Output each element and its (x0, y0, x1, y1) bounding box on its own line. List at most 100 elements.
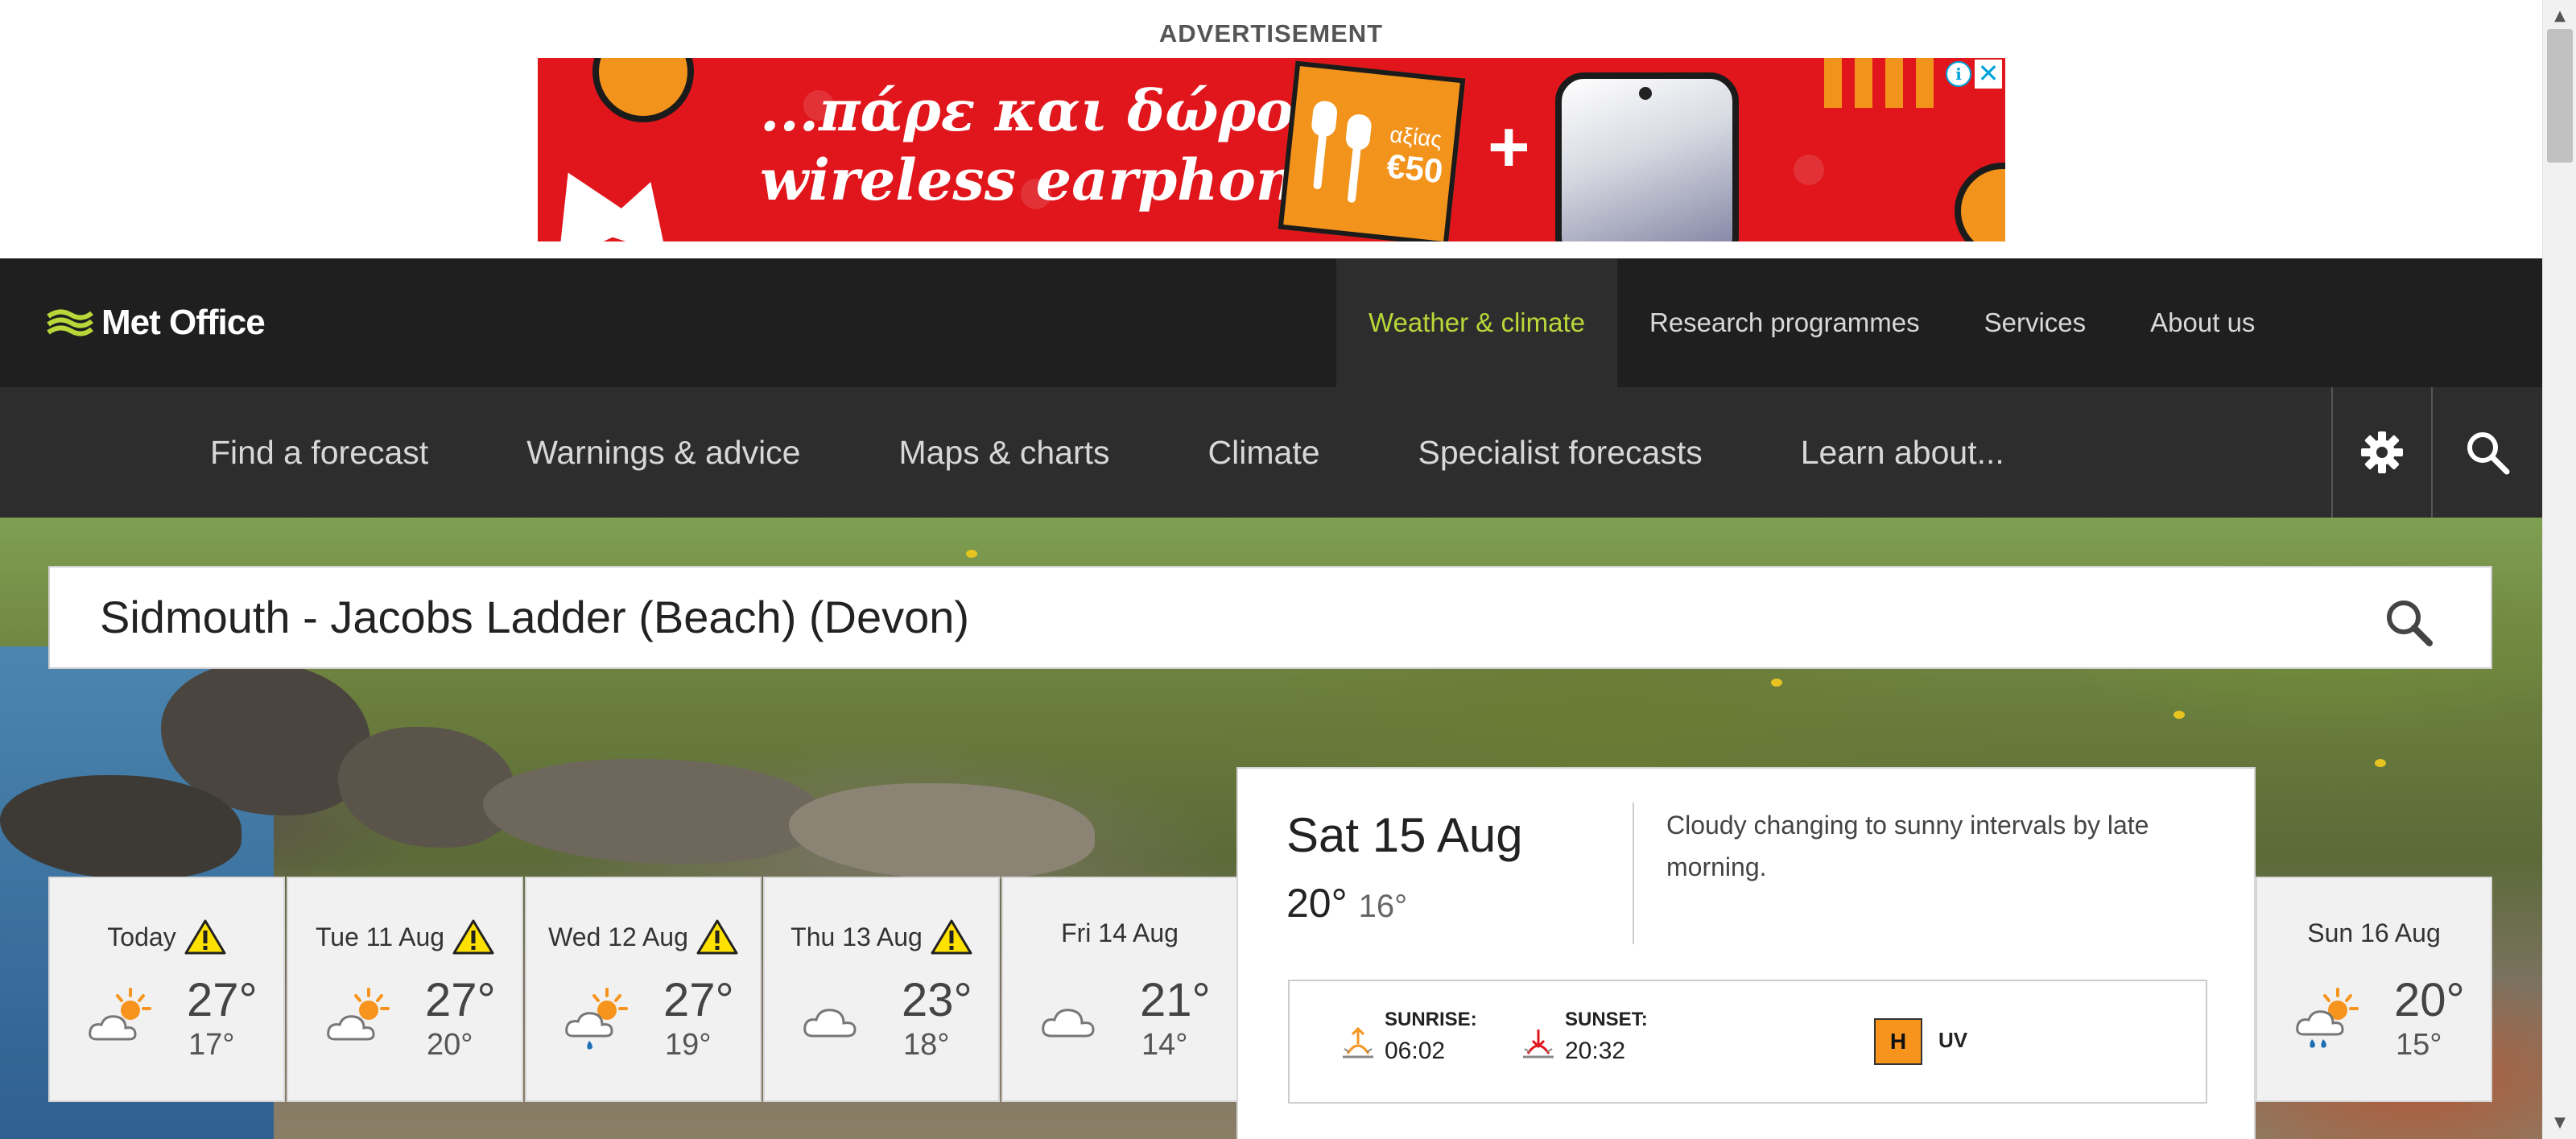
earphones-icon (1311, 101, 1372, 203)
max-temperature: 27° (187, 974, 258, 1026)
selected-day-detail[interactable]: Sat 15 Aug 20° 16° Cloudy changing to sun… (1236, 767, 2256, 1139)
sun-uv-panel: SUNRISE: 06:02 SUNSET: 20:32 H UV (1288, 980, 2207, 1104)
sunrise-icon (1343, 1026, 1373, 1059)
search-icon[interactable] (2383, 596, 2434, 648)
sunset-label: SUNSET: (1565, 1009, 1648, 1030)
sunrise-info: SUNRISE: 06:02 (1341, 1009, 1477, 1065)
page-scrollbar[interactable]: ▲ ▼ (2542, 0, 2576, 1139)
ad-info-icon[interactable]: i (1946, 61, 1971, 87)
day-name: Fri 14 Aug (1061, 918, 1179, 947)
sub-nav: Find a forecast Warnings & advice Maps &… (161, 387, 2054, 518)
ad-plus-sign: + (1488, 107, 1530, 188)
settings-button[interactable] (2331, 387, 2431, 518)
search-icon (2467, 432, 2510, 475)
gorse-flower (966, 550, 977, 558)
sub-nav-warnings-advice[interactable]: Warnings & advice (477, 387, 849, 518)
gorse-flower (2375, 759, 2386, 767)
min-temperature: 15° (2396, 1028, 2442, 1062)
rock (483, 759, 821, 864)
forecast-day-card[interactable]: Thu 13 Aug 23° 18° (763, 877, 1000, 1102)
gorse-flower (1771, 679, 1782, 687)
sunrise-time: 06:02 (1385, 1038, 1446, 1064)
top-nav: Weather & climate Research programmes Se… (1336, 258, 2287, 387)
day-heading: Thu 13 Aug (765, 918, 998, 955)
camera-dot (1639, 87, 1652, 100)
sunny-intervals-icon (327, 988, 390, 1041)
day-heading: Today (50, 918, 283, 955)
top-nav-services[interactable]: Services (1952, 258, 2119, 387)
ad-offer-text: αξίας €50 (1385, 122, 1447, 190)
met-office-logo[interactable]: Met Office (47, 303, 266, 343)
day-name: Sun 16 Aug (2307, 918, 2441, 947)
ad-offer-card: αξίας €50 (1278, 60, 1466, 241)
max-temperature: 27° (425, 974, 496, 1026)
forecast-day-card[interactable]: Wed 12 Aug 27° 19° (525, 877, 762, 1102)
max-temperature: 20° (2394, 974, 2465, 1026)
forecast-day-card[interactable]: Sun 16 Aug 20° 15° (2256, 877, 2492, 1102)
location-search-box (48, 566, 2492, 669)
day-heading: Sun 16 Aug (2257, 918, 2491, 948)
rock (338, 727, 515, 848)
sunrise-text: SUNRISE: 06:02 (1385, 1009, 1477, 1065)
scroll-down-arrow-icon[interactable]: ▼ (2543, 1113, 2576, 1133)
gorse-flower (2174, 711, 2185, 719)
min-temperature: 14° (1141, 1028, 1188, 1062)
forecast-day-card[interactable]: Today 27° 17° (48, 877, 285, 1102)
met-office-waves-icon (47, 309, 93, 336)
top-nav-weather-climate[interactable]: Weather & climate (1336, 258, 1617, 387)
uv-label: UV (1938, 1028, 1968, 1052)
sunset-time: 20:32 (1565, 1038, 1626, 1064)
advertisement-banner[interactable]: ...πάρε και δώρο wireless earphones! αξί… (538, 58, 2005, 241)
ad-close-icon[interactable]: ✕ (1975, 60, 2002, 89)
warning-icon[interactable] (184, 918, 226, 955)
top-nav-research-programmes[interactable]: Research programmes (1617, 258, 1952, 387)
weather-description: Cloudy changing to sunny intervals by la… (1666, 811, 2149, 881)
gear-icon (2361, 431, 2403, 473)
warning-icon[interactable] (931, 918, 972, 955)
day-name: Today (107, 922, 176, 951)
scroll-up-arrow-icon[interactable]: ▲ (2543, 6, 2576, 26)
sub-nav-learn-about[interactable]: Learn about... (1752, 387, 2054, 518)
sunset-icon (1523, 1030, 1554, 1059)
decorative-circle (1955, 163, 2005, 241)
forecast-day-card[interactable]: Fri 14 Aug 21° 14° (1001, 877, 1238, 1102)
cloudy-icon (1042, 1009, 1095, 1038)
sunset-text: SUNSET: 20:32 (1565, 1009, 1648, 1065)
sunrise-label: SUNRISE: (1385, 1009, 1477, 1030)
location-search-input[interactable] (100, 567, 2354, 667)
min-temperature: 17° (188, 1028, 235, 1062)
selected-day-date: Sat 15 Aug (1286, 808, 1523, 862)
sub-nav-find-a-forecast[interactable]: Find a forecast (161, 387, 477, 518)
sub-nav-specialist-forecasts[interactable]: Specialist forecasts (1369, 387, 1752, 518)
min-temperature: 20° (427, 1028, 473, 1062)
day-heading: Fri 14 Aug (1003, 918, 1236, 948)
heavy-shower-icon (2296, 988, 2359, 1048)
day-heading: Wed 12 Aug (526, 918, 760, 955)
forecast-day-card[interactable]: Tue 11 Aug 27° 20° (287, 877, 523, 1102)
warning-icon[interactable] (696, 918, 738, 955)
max-temperature: 21° (1140, 974, 1211, 1026)
cloudy-icon (803, 1009, 857, 1038)
sunny-intervals-icon (89, 988, 151, 1041)
min-temperature: 16° (1358, 889, 1408, 924)
top-nav-about-us[interactable]: About us (2118, 258, 2287, 387)
warning-icon[interactable] (452, 918, 494, 955)
day-name: Tue 11 Aug (315, 922, 445, 951)
ad-offer-value: €50 (1385, 146, 1445, 191)
scroll-thumb[interactable] (2547, 29, 2573, 163)
uv-level-badge[interactable]: H (1874, 1018, 1922, 1065)
sub-nav-maps-charts[interactable]: Maps & charts (849, 387, 1158, 518)
min-temperature: 18° (903, 1028, 950, 1062)
ad-headline-line1: ...πάρε και δώρο (760, 77, 1294, 144)
smartphone-image (1555, 72, 1739, 241)
sub-nav-climate[interactable]: Climate (1159, 387, 1369, 518)
logo-text: Met Office (101, 303, 266, 342)
decorative-dot (1794, 155, 1824, 185)
day-name: Thu 13 Aug (791, 922, 923, 951)
day-name: Wed 12 Aug (548, 922, 688, 951)
light-shower-icon (565, 988, 628, 1050)
max-temperature: 23° (902, 974, 972, 1026)
header-search-button[interactable] (2431, 387, 2542, 518)
rock (789, 783, 1095, 880)
top-navigation-bar: Met Office Weather & climate Research pr… (0, 258, 2542, 387)
